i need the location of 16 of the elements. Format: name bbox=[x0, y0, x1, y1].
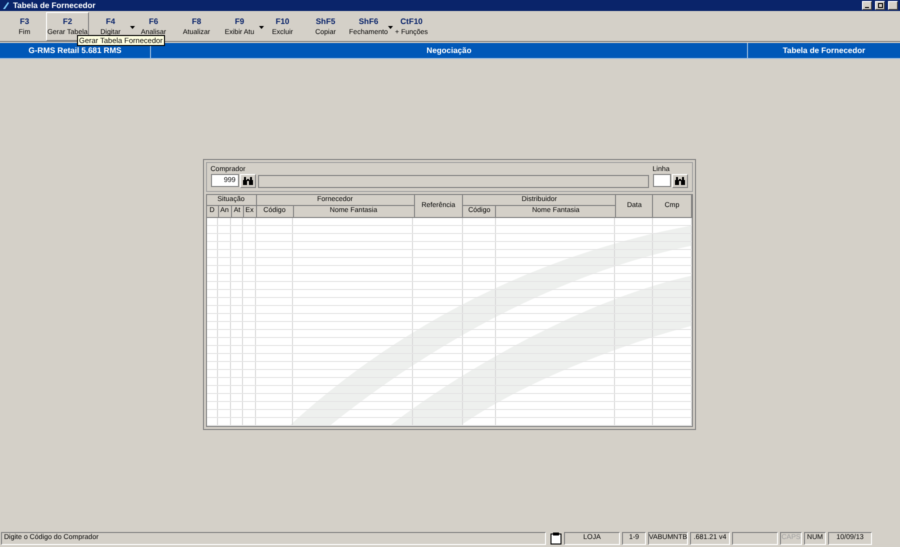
app-icon bbox=[2, 1, 10, 10]
restore-button[interactable] bbox=[875, 1, 885, 10]
header-band-cell-text: Tabela de Fornecedor bbox=[782, 44, 866, 56]
linha-field[interactable] bbox=[652, 174, 670, 187]
binoculars-icon bbox=[242, 177, 252, 185]
comprador-name-field[interactable] bbox=[258, 175, 648, 188]
search-button[interactable] bbox=[240, 174, 256, 188]
close-button[interactable] bbox=[888, 1, 898, 10]
clipboard-icon bbox=[550, 532, 562, 544]
header-band-cell: G-RMS Retail 5.681 RMS bbox=[0, 43, 151, 58]
minimize-button[interactable] bbox=[862, 1, 872, 10]
header-band-cell: Negociação bbox=[151, 43, 748, 58]
window-title: Tabela de Fornecedor bbox=[13, 2, 96, 10]
search-button[interactable] bbox=[672, 174, 688, 188]
status-field bbox=[732, 532, 778, 544]
binoculars-icon bbox=[674, 177, 684, 185]
